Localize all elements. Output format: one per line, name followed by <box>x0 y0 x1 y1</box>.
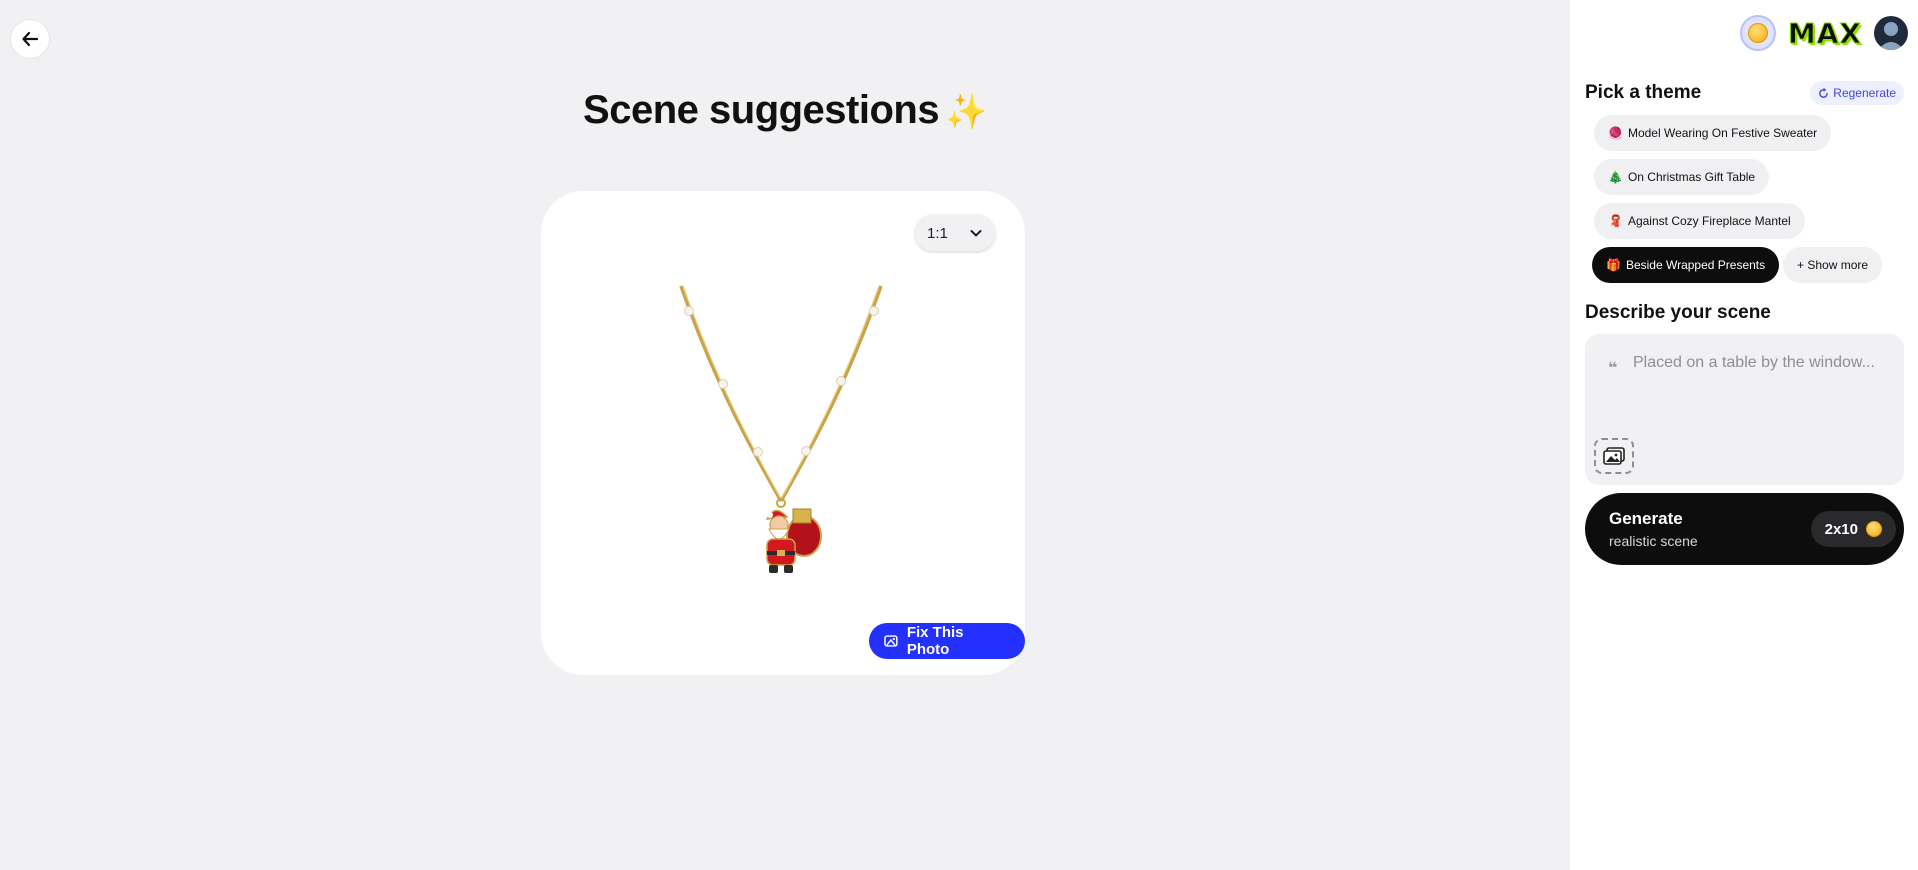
arrow-left-icon <box>22 31 39 47</box>
generate-title: Generate <box>1609 509 1683 528</box>
show-more-label: + Show more <box>1797 258 1869 272</box>
show-more-button[interactable]: + Show more <box>1783 247 1883 283</box>
chevron-down-icon <box>970 230 982 237</box>
refresh-icon <box>1819 87 1829 98</box>
product-image <box>679 285 883 573</box>
quote-icon: ❝ <box>1608 360 1618 377</box>
theme-chip-label: Against Cozy Fireplace Mantel <box>1627 214 1791 228</box>
theme-chip-wrapped-presents[interactable]: 🎁 Beside Wrapped Presents <box>1592 247 1780 283</box>
theme-chip-label: Beside Wrapped Presents <box>1625 258 1766 272</box>
aspect-ratio-value: 1:1 <box>927 224 948 242</box>
generate-cost: 2x10 <box>1810 511 1896 547</box>
fix-photo-label: Fix This Photo <box>906 624 964 658</box>
theme-chip-label: On Christmas Gift Table <box>1627 170 1756 184</box>
scarf-icon: 🧣 <box>1608 214 1623 228</box>
back-button[interactable] <box>10 19 50 59</box>
aspect-ratio-select[interactable]: 1:1 <box>915 215 995 251</box>
sweater-icon: 🧶 <box>1608 126 1623 140</box>
coin-icon <box>1747 23 1768 43</box>
theme-chip-gift-table[interactable]: 🎄 On Christmas Gift Table <box>1594 159 1770 195</box>
avatar[interactable] <box>1874 16 1908 50</box>
describe-scene-box: ❝ <box>1585 334 1904 485</box>
generate-cost-value: 2x10 <box>1824 520 1858 538</box>
product-card: 1:1 Fix This Photo <box>541 191 1025 675</box>
max-logo: MAX <box>1787 16 1862 50</box>
user-icon <box>1878 22 1904 50</box>
theme-chip-label: Model Wearing On Festive Sweater <box>1627 126 1818 140</box>
gift-icon: 🎁 <box>1606 258 1621 272</box>
upload-image-button[interactable] <box>1594 438 1634 474</box>
page-title: Scene suggestions ✨ <box>0 88 1570 133</box>
regenerate-label: Regenerate <box>1833 86 1896 100</box>
theme-chip-fireplace-mantel[interactable]: 🧣 Against Cozy Fireplace Mantel <box>1594 203 1805 239</box>
wand-photo-icon <box>884 635 898 647</box>
generate-subtitle: realistic scene <box>1609 533 1698 549</box>
page-title-text: Scene suggestions <box>583 88 940 132</box>
top-right-bar: MAX <box>1739 15 1908 51</box>
fix-photo-button[interactable]: Fix This Photo <box>869 623 1025 659</box>
theme-chip-festive-sweater[interactable]: 🧶 Model Wearing On Festive Sweater <box>1594 115 1832 151</box>
pick-theme-title: Pick a theme <box>1585 82 1702 103</box>
generate-button[interactable]: Generate realistic scene 2x10 <box>1585 493 1904 565</box>
main-area: Scene suggestions ✨ 1:1 Fix This Photo <box>0 0 1570 870</box>
right-panel: MAX Pick a theme Regenerate 🧶 Model Wear… <box>1570 0 1918 870</box>
coin-icon <box>1866 521 1882 537</box>
coins-button[interactable] <box>1739 15 1776 51</box>
tree-icon: 🎄 <box>1608 170 1623 184</box>
regenerate-button[interactable]: Regenerate <box>1810 81 1904 105</box>
sparkles-icon: ✨ <box>945 93 987 131</box>
image-upload-icon <box>1603 447 1625 465</box>
describe-scene-title: Describe your scene <box>1585 302 1771 323</box>
scene-description-input[interactable] <box>1633 348 1883 378</box>
